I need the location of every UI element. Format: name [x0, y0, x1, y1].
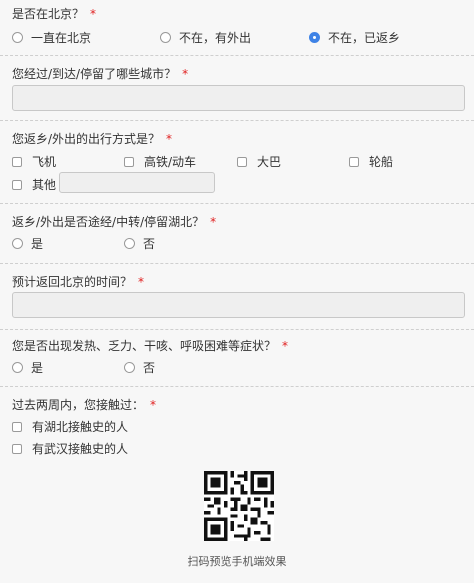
option-label: 否 [143, 237, 156, 251]
question-title: 您返乡/外出的出行方式是？ * [12, 132, 173, 146]
option-label: 轮船 [369, 155, 394, 169]
checkbox-option-plane[interactable]: 飞机 [12, 153, 56, 170]
radio-button[interactable] [12, 362, 23, 373]
radio-option-no[interactable]: 否 [124, 235, 155, 252]
radio-button[interactable] [124, 362, 135, 373]
required-mark: * [210, 215, 217, 229]
question-in-beijing: 是否在北京？ * 一直在北京 不在，有外出 不在，已返乡 [0, 0, 474, 56]
option-label: 飞机 [32, 155, 57, 169]
return-date-input[interactable] [12, 292, 465, 318]
radio-option-yes[interactable]: 是 [12, 359, 43, 376]
question-title: 您经过/到达/停留了哪些城市？ * [12, 67, 189, 81]
question-transport-mode: 您返乡/外出的出行方式是？ * 飞机 高铁/动车 大巴 轮船 其他 [0, 122, 474, 204]
option-label: 不在，已返乡 [328, 31, 401, 45]
qr-caption: 扫码预览手机端效果 [187, 555, 287, 568]
required-mark: * [150, 398, 157, 412]
radio-button[interactable] [160, 32, 171, 43]
checkbox-option-bus[interactable]: 大巴 [237, 153, 281, 170]
checkbox[interactable] [349, 156, 359, 167]
radio-option-away-returned-home[interactable]: 不在，已返乡 [309, 29, 400, 46]
question-return-date: 预计返回北京的时间？ * [0, 265, 474, 330]
question-cities-visited: 您经过/到达/停留了哪些城市？ * [0, 57, 474, 121]
question-contact-history: 过去两周内，您接触过： * 有湖北接触史的人 有武汉接触史的人 [0, 388, 474, 463]
option-label: 有武汉接触史的人 [32, 442, 129, 456]
question-via-hubei: 返乡/外出是否途经/中转/停留湖北？ * 是 否 [0, 205, 474, 264]
question-title: 是否在北京？ * [12, 7, 97, 21]
question-title: 预计返回北京的时间？ * [12, 275, 145, 289]
checkbox-option-hubei-contact[interactable]: 有湖北接触史的人 [12, 418, 128, 435]
option-label: 是 [31, 237, 44, 251]
other-transport-input[interactable] [59, 172, 215, 193]
radio-button[interactable] [12, 238, 23, 249]
checkbox-option-wuhan-contact[interactable]: 有武汉接触史的人 [12, 440, 128, 457]
question-symptoms: 您是否出现发热、乏力、干咳、呼吸困难等症状？ * 是 否 [0, 331, 474, 387]
qr-code-icon [204, 471, 274, 541]
option-label: 大巴 [257, 155, 282, 169]
radio-option-no[interactable]: 否 [124, 359, 155, 376]
radio-button[interactable] [124, 238, 135, 249]
checkbox[interactable] [12, 443, 22, 454]
question-title: 过去两周内，您接触过： * [12, 398, 157, 412]
checkbox[interactable] [124, 156, 134, 167]
cities-input[interactable] [12, 85, 465, 111]
checkbox[interactable] [237, 156, 247, 167]
radio-button[interactable] [12, 32, 23, 43]
question-title: 您是否出现发热、乏力、干咳、呼吸困难等症状？ * [12, 339, 289, 353]
option-label: 一直在北京 [31, 31, 92, 45]
radio-option-yes[interactable]: 是 [12, 235, 43, 252]
checkbox[interactable] [12, 179, 22, 190]
required-mark: * [166, 132, 173, 146]
checkbox-option-ship[interactable]: 轮船 [349, 153, 393, 170]
checkbox-option-other[interactable]: 其他 [12, 176, 56, 193]
radio-option-away-traveling[interactable]: 不在，有外出 [160, 29, 251, 46]
radio-option-always-in-beijing[interactable]: 一直在北京 [12, 29, 91, 46]
checkbox[interactable] [12, 421, 22, 432]
radio-button-selected[interactable] [309, 32, 320, 43]
option-label: 不在，有外出 [179, 31, 252, 45]
option-label: 高铁/动车 [144, 155, 197, 169]
required-mark: * [282, 339, 289, 353]
option-label: 其他 [32, 178, 57, 192]
option-label: 有湖北接触史的人 [32, 420, 129, 434]
required-mark: * [138, 275, 145, 289]
option-label: 否 [143, 361, 156, 375]
checkbox-option-high-speed-rail[interactable]: 高铁/动车 [124, 153, 196, 170]
question-title: 返乡/外出是否途经/中转/停留湖北？ * [12, 215, 217, 229]
option-label: 是 [31, 361, 44, 375]
required-mark: * [90, 7, 97, 21]
required-mark: * [182, 67, 189, 81]
checkbox[interactable] [12, 156, 22, 167]
